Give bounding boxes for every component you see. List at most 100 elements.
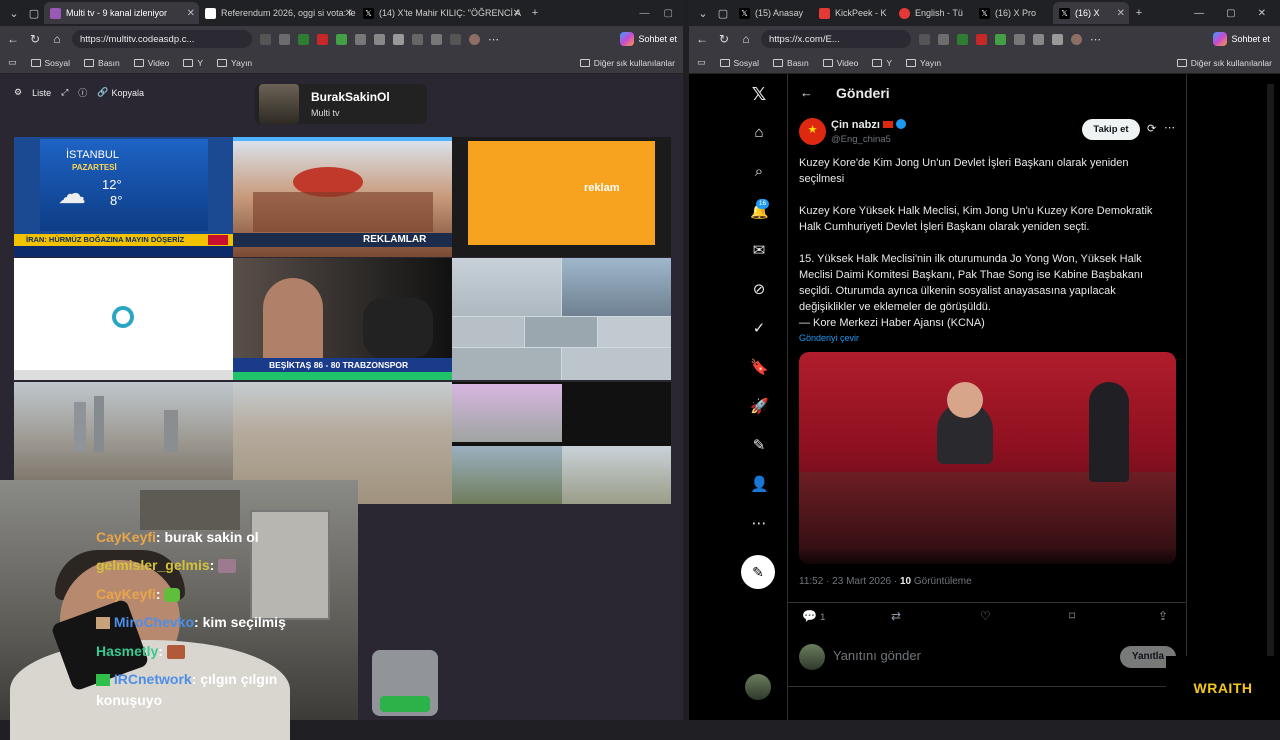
bookmark-folder[interactable]: Sosyal <box>719 58 759 68</box>
tab-referendum[interactable]: Referendum 2026, oggi si vota: le ✕ <box>199 2 357 24</box>
author-name[interactable]: Çin nabzı <box>831 119 907 131</box>
extension-icon[interactable] <box>279 33 290 45</box>
tab-x-active[interactable]: 𝕏 (16) X ✕ <box>1053 2 1129 24</box>
bookmark-folder[interactable]: Video <box>822 58 858 68</box>
tweet-video[interactable] <box>799 352 1176 564</box>
more-icon[interactable]: ⋯ <box>1090 33 1101 46</box>
tab-menu-icon[interactable]: ⌄ <box>693 7 713 20</box>
maximize-icon[interactable]: ▢ <box>664 8 673 19</box>
multi-cam-tile[interactable] <box>452 382 671 504</box>
extension-icon[interactable] <box>938 33 949 45</box>
grok-icon[interactable]: ⊘ <box>750 280 768 298</box>
like-icon[interactable]: ♡ <box>980 609 991 623</box>
other-bookmarks[interactable]: Diğer sık kullanılanlar <box>1176 58 1272 68</box>
tab-x-mahir[interactable]: 𝕏 (14) X'te Mahir KILIÇ: "ÖĞRENCİ A ✕ <box>357 2 525 24</box>
new-tab-icon[interactable]: + <box>525 7 545 19</box>
profile-avatar[interactable] <box>1071 33 1082 45</box>
extension-icon[interactable] <box>976 33 987 45</box>
home-nav-icon[interactable]: ⌂ <box>750 124 768 142</box>
profile-avatar[interactable] <box>469 33 480 45</box>
url-input[interactable]: https://x.com/E... <box>761 30 911 48</box>
back-arrow-icon[interactable]: ← <box>800 85 813 100</box>
bookmark-folder[interactable]: Video <box>133 58 169 68</box>
other-bookmarks[interactable]: Diğer sık kullanılanlar <box>579 58 675 68</box>
extension-icon[interactable] <box>374 33 385 45</box>
back-icon[interactable]: ← <box>6 32 20 46</box>
write-icon[interactable]: ✎ <box>750 436 768 454</box>
extension-icon[interactable] <box>298 33 309 45</box>
stream-tile-loading[interactable] <box>14 258 233 380</box>
bookmark-icon[interactable]: ⌑ <box>1069 609 1075 623</box>
tab-multitv[interactable]: Multi tv - 9 kanal izleniyor ✕ <box>44 2 199 24</box>
bookmark-folder[interactable]: Y <box>872 58 892 68</box>
webcam-grid-tile[interactable] <box>452 258 671 380</box>
tab-xpro[interactable]: 𝕏 (16) X Pro <box>973 2 1053 24</box>
list-button[interactable]: Liste <box>32 88 51 98</box>
extension-icon[interactable] <box>412 33 423 45</box>
tab-anasayfa[interactable]: 𝕏 (15) Anasay <box>733 2 813 24</box>
bookmarks-nav-icon[interactable]: 🔖 <box>750 358 769 376</box>
messages-icon[interactable]: ✉ <box>750 241 768 259</box>
profile-nav-icon[interactable]: 👤 <box>750 475 769 493</box>
extension-icon[interactable] <box>1052 33 1063 45</box>
extension-icon[interactable] <box>1033 33 1044 45</box>
home-icon[interactable]: ⌂ <box>50 32 64 46</box>
workspaces-icon[interactable]: ▢ <box>24 7 44 20</box>
ad-stream-tile-ets[interactable]: REKLAMLAR <box>233 137 452 257</box>
close-icon[interactable]: ✕ <box>513 8 521 19</box>
grok-explain-icon[interactable]: ⟳ <box>1147 122 1156 135</box>
back-icon[interactable]: ← <box>695 32 709 46</box>
extension-icon[interactable] <box>919 33 930 45</box>
refresh-icon[interactable]: ↻ <box>28 32 42 46</box>
new-tab-icon[interactable]: + <box>1129 7 1149 19</box>
verified-nav-icon[interactable]: ✓ <box>750 319 768 337</box>
bookmark-folder[interactable]: Basın <box>773 58 809 68</box>
bookmark-folder[interactable]: Y <box>183 58 203 68</box>
extension-icon[interactable] <box>336 33 347 45</box>
extension-icon[interactable] <box>393 33 404 45</box>
tab-menu-icon[interactable]: ⌄ <box>4 7 24 20</box>
tab-kickpeek[interactable]: KickPeek - K <box>813 2 893 24</box>
workspaces-icon[interactable]: ▢ <box>713 7 733 20</box>
maximize-icon[interactable]: ▢ <box>1226 8 1235 19</box>
extension-icon[interactable] <box>260 33 271 45</box>
more-nav-icon[interactable]: ⋯ <box>750 514 768 532</box>
bookmarks-toggle-icon[interactable]: ▭ <box>697 57 706 68</box>
close-icon[interactable]: ✕ <box>345 8 353 19</box>
bookmark-folder[interactable]: Basın <box>84 58 120 68</box>
more-icon[interactable]: ⋯ <box>488 33 499 46</box>
bookmark-folder[interactable]: Yayın <box>906 58 941 68</box>
account-avatar[interactable] <box>745 674 771 700</box>
follow-button[interactable]: Takip et <box>1082 119 1140 140</box>
basketball-stream-tile[interactable]: BEŞİKTAŞ 86 - 80 TRABZONSPOR <box>233 258 452 380</box>
tab-english[interactable]: English - Tü <box>893 2 973 24</box>
reply-input[interactable]: Yanıtını gönder <box>833 648 1093 663</box>
copilot-button[interactable]: Sohbet et <box>1213 32 1274 46</box>
extension-icon[interactable] <box>995 33 1006 45</box>
bookmark-folder[interactable]: Sosyal <box>30 58 70 68</box>
ad-stream-tile-reklam[interactable]: reklam <box>452 137 671 257</box>
info-icon[interactable]: ⓘ <box>78 86 87 99</box>
copilot-button[interactable]: Sohbet et <box>620 32 677 46</box>
scrollbar[interactable] <box>1267 84 1274 704</box>
settings-icon[interactable]: ⚙ <box>14 87 22 98</box>
copy-button[interactable]: 🔗 Kopyala <box>97 87 144 98</box>
extension-icon[interactable] <box>355 33 366 45</box>
translate-link[interactable]: Gönderiyi çevir <box>799 333 859 343</box>
refresh-icon[interactable]: ↻ <box>717 32 731 46</box>
minimize-icon[interactable]: — <box>640 8 650 19</box>
explore-search-icon[interactable]: ⌕ <box>750 163 768 181</box>
close-window-icon[interactable]: ✕ <box>1258 8 1266 19</box>
extension-icon[interactable] <box>431 33 442 45</box>
city-cam-tile[interactable] <box>14 382 233 482</box>
rocket-icon[interactable]: 🚀 <box>750 397 769 415</box>
repost-icon[interactable]: ⇄ <box>891 609 901 623</box>
fullscreen-icon[interactable]: ⤢ <box>61 87 68 98</box>
close-icon[interactable]: ✕ <box>187 8 195 19</box>
compose-post-button[interactable]: ✎ <box>741 555 775 589</box>
share-icon[interactable]: ⇪ <box>1158 609 1168 623</box>
extension-icon[interactable] <box>1014 33 1025 45</box>
url-input[interactable]: https://multitv.codeasdp.c... <box>72 30 252 48</box>
extension-icon[interactable] <box>450 33 461 45</box>
more-options-icon[interactable]: ⋯ <box>1164 121 1175 134</box>
